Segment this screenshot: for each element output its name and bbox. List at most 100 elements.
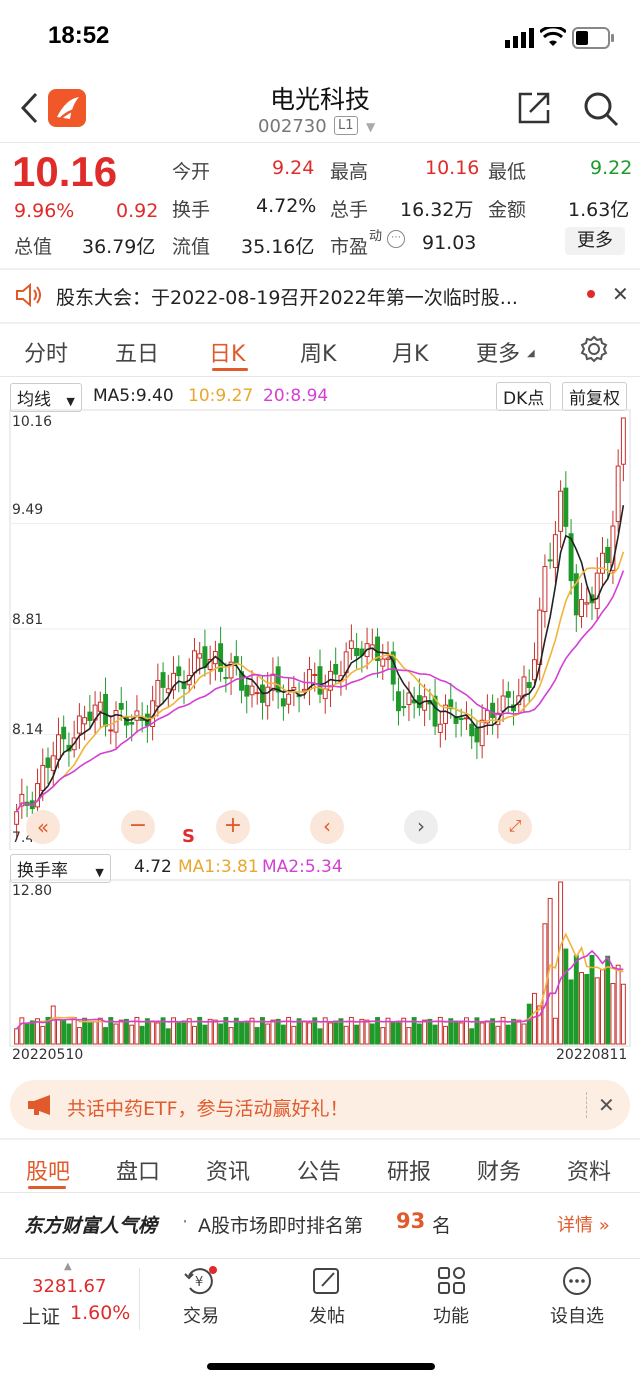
turnover-bar (244, 1021, 250, 1045)
index-value[interactable]: 3281.67 (32, 1276, 106, 1297)
candle-body (291, 686, 297, 691)
candle-body (348, 640, 354, 649)
date-start: 20220510 (12, 1047, 84, 1063)
double-chevron-left-icon: « (36, 815, 50, 839)
scroll-left-button[interactable]: ‹ (310, 810, 344, 844)
tab-guba[interactable]: 股吧 (26, 1154, 70, 1186)
nav-watchlist[interactable]: 设自选 (532, 1266, 622, 1336)
candle-body (605, 546, 611, 564)
turnover-bar (328, 1022, 333, 1045)
close-notice-icon[interactable]: ✕ (612, 282, 629, 306)
index-change: 1.60% (70, 1302, 131, 1324)
candle-body (600, 552, 605, 574)
nav-features-label: 功能 (433, 1306, 469, 1327)
candle-body (416, 695, 422, 709)
turnover-bar (516, 1019, 522, 1045)
fullscreen-button[interactable]: ⤢ (498, 810, 532, 844)
notice-text[interactable]: 股东大会：于2022-08-19召开2022年第一次临时股... (56, 283, 518, 310)
tab-order-book[interactable]: 盘口 (116, 1154, 160, 1186)
tab-finance[interactable]: 财务 (477, 1154, 521, 1186)
turnover-bar (573, 955, 579, 1045)
candle-body (479, 719, 485, 747)
turnover-bar (280, 1024, 286, 1045)
kline-chart[interactable] (0, 408, 640, 850)
candle-body (40, 764, 46, 791)
candle-body (490, 702, 496, 719)
candle-body (160, 672, 166, 688)
tab-weekly-k[interactable]: 周K (300, 336, 336, 368)
share-icon[interactable] (516, 90, 552, 126)
candle-body (82, 717, 88, 725)
ranking-text: A股市场即时排名第 (198, 1215, 363, 1237)
turnover-bar (594, 977, 600, 1045)
ranking-details-link[interactable]: 详情 » (557, 1211, 610, 1237)
turnover-label: 换手 (172, 199, 211, 221)
tab-news[interactable]: 资讯 (206, 1154, 250, 1186)
turnover-bar (296, 1018, 302, 1045)
candle-body (385, 657, 391, 661)
turnover-bar (511, 1018, 517, 1045)
turnover-bar (505, 1024, 511, 1045)
ma10-legend: 10:9.27 (188, 386, 254, 406)
turnover-bar (568, 979, 574, 1045)
adjust-button[interactable]: 前复权 (562, 382, 627, 411)
turnover-bar (396, 1021, 401, 1045)
candle-body (223, 677, 229, 680)
tab-five-day[interactable]: 五日 (115, 336, 159, 368)
promo-banner[interactable]: 共话中药ETF，参与活动赢好礼！ ✕ (10, 1080, 630, 1130)
dk-point-button[interactable]: DK点 (496, 382, 552, 411)
tab-announcements[interactable]: 公告 (297, 1154, 341, 1186)
candle-body (35, 783, 41, 808)
candle-body (317, 666, 323, 695)
tab-intraday[interactable]: 分时 (24, 336, 68, 368)
tab-research[interactable]: 研报 (387, 1154, 431, 1186)
nav-features[interactable]: 功能 (406, 1266, 496, 1336)
more-button[interactable]: 更多 (565, 227, 625, 255)
low-label: 最低 (488, 161, 527, 183)
turnover-bar (87, 1021, 93, 1045)
zoom-in-button[interactable]: + (216, 810, 250, 844)
y-label-3: 8.81 (12, 612, 44, 628)
speaker-icon (16, 282, 41, 308)
turnover-bar (181, 1020, 187, 1045)
scroll-right-button[interactable]: › (404, 810, 438, 844)
nav-trade[interactable]: ¥ 交易 (156, 1266, 246, 1336)
turnover-bar (620, 983, 626, 1045)
candle-body (500, 695, 506, 712)
turnover-bar (333, 1020, 339, 1045)
turnover-bar (364, 1019, 370, 1045)
nav-post[interactable]: 发帖 (282, 1266, 372, 1336)
scroll-left-fast-button[interactable]: « (26, 810, 60, 844)
turnover-bar (29, 1020, 35, 1045)
status-bar: 18:52 (0, 0, 640, 75)
close-banner-icon[interactable]: ✕ (598, 1093, 615, 1117)
candle-body (244, 684, 250, 697)
turnover-bar (218, 1023, 224, 1045)
tab-daily-k[interactable]: 日K (209, 336, 245, 368)
search-icon[interactable] (582, 90, 620, 128)
candle-body (469, 723, 475, 737)
candle-body (333, 663, 339, 675)
level-badge[interactable]: L1 (334, 116, 358, 135)
candle-body (97, 701, 103, 712)
turnover-chart[interactable] (0, 878, 640, 1048)
turnover-bar (113, 1023, 119, 1045)
ma-indicator-label: 均线 (17, 390, 51, 410)
candle-body (197, 653, 203, 659)
tab-more[interactable]: 更多 (476, 336, 520, 368)
turnover-bar (427, 1018, 433, 1045)
mktcap-value: 36.79亿 (82, 236, 156, 258)
turnover-bar (207, 1018, 213, 1045)
tab-monthly-k[interactable]: 月K (392, 336, 428, 368)
zoom-out-button[interactable]: − (121, 810, 155, 844)
turnover-bar (558, 881, 564, 1045)
settings-gear-icon[interactable] (580, 335, 608, 363)
amount-value: 1.63亿 (568, 199, 630, 221)
expand-icon: ⤢ (508, 816, 522, 835)
active-tab-indicator (212, 368, 248, 371)
nav-separator (139, 1268, 140, 1330)
pe-info-icon[interactable]: ⋯ (387, 230, 405, 248)
ranking-unit: 名 (432, 1215, 452, 1237)
tab-profile[interactable]: 资料 (567, 1154, 611, 1186)
level-dropdown-icon[interactable]: ▼ (366, 120, 375, 134)
